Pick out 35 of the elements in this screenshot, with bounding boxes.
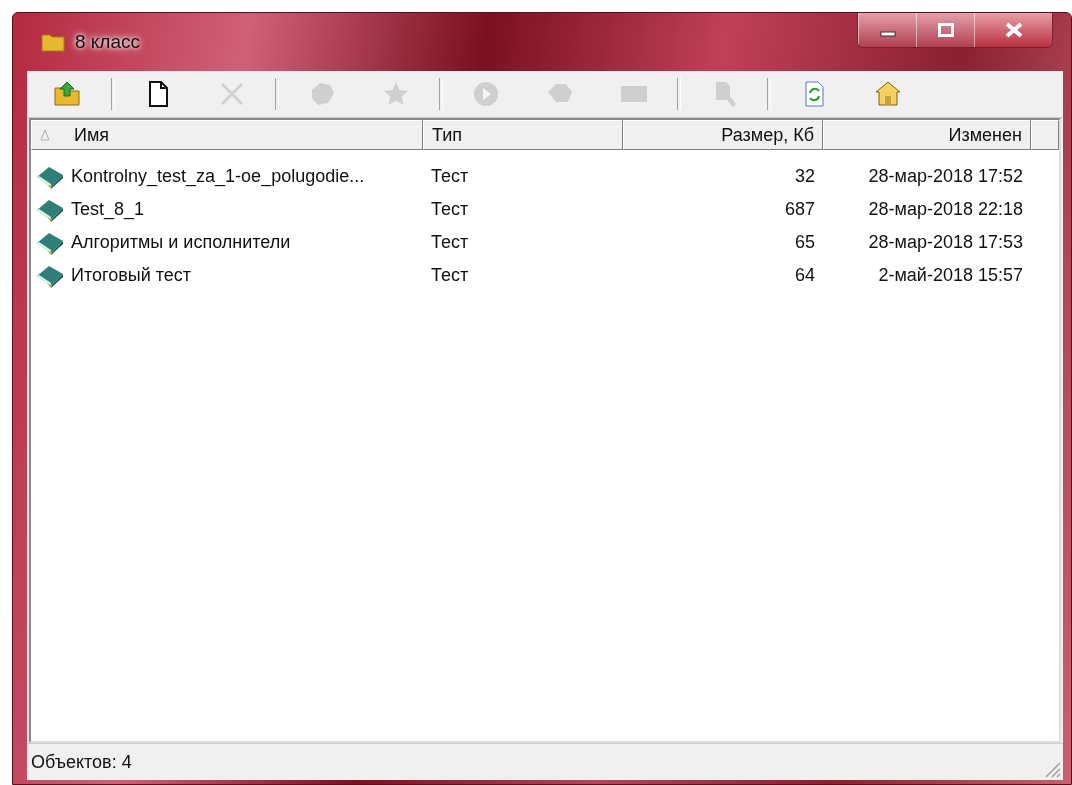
status-text: Объектов: 4: [30, 751, 132, 773]
file-type: Тест: [430, 199, 470, 220]
sort-arrow-icon: [40, 129, 50, 141]
close-icon: [1004, 22, 1023, 38]
book-icon: [35, 164, 65, 189]
modified-date: 2-май-2018 15:57: [877, 265, 1024, 286]
minimize-icon: [879, 31, 896, 37]
file-name[interactable]: Итоговый тест: [71, 265, 192, 286]
modified-date: 28-мар-2018 22:18: [867, 199, 1024, 220]
column-header[interactable]: Тип: [423, 120, 623, 150]
file-name[interactable]: Алгоритмы и исполнители: [71, 232, 291, 253]
window-title: 8 класс: [75, 31, 141, 53]
column-header[interactable]: Изменен: [823, 120, 1031, 150]
modified-date: 28-мар-2018 17:52: [867, 166, 1024, 187]
maximize-button[interactable]: [916, 13, 974, 47]
file-type: Тест: [430, 166, 470, 187]
file-size: 32: [793, 166, 816, 187]
maximize-icon: [937, 23, 954, 37]
file-type: Тест: [430, 232, 470, 253]
file-size: 64: [793, 265, 816, 286]
minimize-button[interactable]: [858, 13, 916, 47]
folder-icon: [41, 32, 65, 52]
close-button[interactable]: [974, 13, 1052, 47]
column-header[interactable]: Имя: [31, 120, 423, 150]
file-name[interactable]: Kontrolny_test_za_1-oe_polugodie...: [71, 166, 365, 187]
book-icon: [35, 197, 65, 222]
file-name[interactable]: Test_8_1: [71, 199, 145, 220]
book-icon: [35, 263, 65, 288]
resize-grip-icon[interactable]: [1043, 760, 1061, 778]
column-header[interactable]: Размер, Кб: [623, 120, 823, 150]
book-icon: [35, 230, 65, 255]
file-type: Тест: [430, 265, 470, 286]
modified-date: 28-мар-2018 17:53: [867, 232, 1024, 253]
file-size: 687: [783, 199, 816, 220]
file-size: 65: [793, 232, 816, 253]
